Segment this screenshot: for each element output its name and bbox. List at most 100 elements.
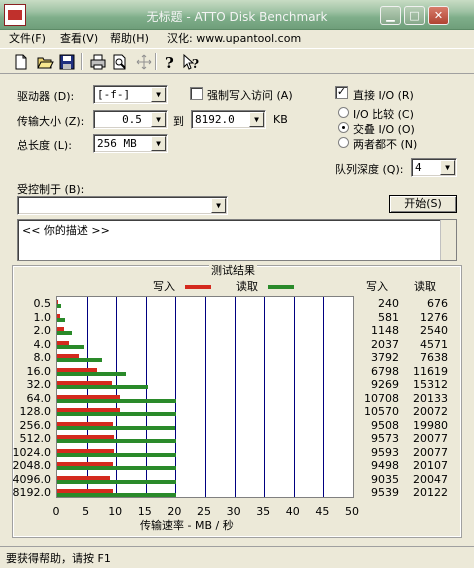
new-icon[interactable]: [11, 52, 31, 72]
direct-io-label: 直接 I/O (R): [353, 89, 414, 102]
x-axis-label: 传输速率 - MB / 秒: [140, 519, 234, 532]
chart-read-value: 2540: [420, 324, 448, 337]
chart-category-label: 2.0: [33, 324, 52, 337]
chart-category-label: 0.5: [33, 297, 52, 310]
chart-read-value: 19980: [413, 418, 448, 432]
chart-read-bar: [57, 398, 177, 403]
chart-x-tick-label: 0: [52, 505, 60, 518]
chart-plot-area: [56, 296, 354, 498]
description-text: << 你的描述 >>: [22, 224, 110, 237]
chart-read-value: 4571: [420, 337, 448, 351]
chart-x-tick-label: 45: [315, 505, 330, 518]
transfer-size-to-select[interactable]: 8192.0 ▼: [191, 110, 266, 129]
chevron-down-icon[interactable]: ▼: [151, 136, 166, 151]
chart-read-value: 20122: [413, 486, 448, 499]
chart-read-bar: [57, 331, 73, 335]
chart-write-value: 6798: [371, 364, 399, 378]
chart-x-tick-label: 5: [82, 505, 90, 518]
chart-category-label: 2048.0: [12, 459, 52, 472]
write-column-header: 写入: [366, 280, 388, 293]
chart-write-value: 2037: [371, 337, 399, 351]
menu-view[interactable]: 查看(V): [60, 30, 98, 48]
chart-read-bar: [57, 385, 148, 389]
chevron-down-icon[interactable]: ▼: [440, 160, 455, 175]
chart-write-value: 9593: [371, 445, 399, 459]
toolbar-separator: [81, 53, 83, 70]
force-write-checkbox[interactable]: [190, 87, 203, 100]
overlapped-io-radio[interactable]: [338, 122, 349, 133]
chart-write-value: 240: [378, 297, 399, 310]
write-legend-label: 写入: [153, 280, 175, 293]
chevron-down-icon[interactable]: ▼: [211, 198, 226, 213]
controlled-by-select[interactable]: ▼: [17, 196, 228, 215]
total-length-select[interactable]: 256 MB ▼: [93, 134, 168, 153]
chart-write-value: 9498: [371, 459, 399, 472]
chart-gridline: [234, 297, 236, 497]
chart-read-bar: [57, 425, 176, 430]
chart-read-bar: [57, 452, 176, 457]
queue-depth-select[interactable]: 4 ▼: [411, 158, 457, 177]
chart-category-label: 32.0: [26, 378, 52, 391]
queue-depth-label: 队列深度 (Q):: [335, 163, 404, 176]
help-icon[interactable]: ?: [159, 52, 179, 72]
chart-category-label: 1.0: [33, 310, 52, 324]
direct-io-checkbox[interactable]: ✓: [335, 86, 348, 99]
force-write-label: 强制写入访问 (A): [207, 89, 293, 102]
chevron-down-icon[interactable]: ▼: [151, 87, 166, 102]
title-bar[interactable]: 无标题 - ATTO Disk Benchmark ▁ □ ✕: [0, 0, 474, 30]
menu-help[interactable]: 帮助(H): [110, 30, 149, 48]
chart-x-tick-label: 30: [226, 505, 241, 518]
io-compare-label: I/O 比较 (C): [353, 108, 414, 121]
open-icon[interactable]: [35, 52, 55, 72]
chevron-down-icon[interactable]: ▼: [249, 112, 264, 127]
chart-read-value: 20133: [413, 391, 448, 405]
chart-read-bar: [57, 317, 65, 322]
description-scrollbar[interactable]: [440, 220, 456, 260]
chevron-down-icon[interactable]: ▼: [151, 112, 166, 127]
chart-category-label: 4.0: [33, 337, 52, 351]
chart-write-value: 9539: [371, 486, 399, 499]
chart-read-value: 20047: [413, 472, 448, 486]
io-compare-radio[interactable]: [338, 107, 349, 118]
read-column-header: 读取: [414, 280, 436, 293]
chart-x-tick-label: 10: [108, 505, 123, 518]
drive-select[interactable]: [-f-] ▼: [93, 85, 168, 104]
chart-read-bar: [57, 493, 177, 497]
queue-depth-value: 4: [415, 161, 422, 174]
print-preview-icon[interactable]: [110, 52, 130, 72]
chart-read-value: 676: [427, 297, 448, 310]
neither-radio[interactable]: [338, 137, 349, 148]
chart-category-label: 512.0: [19, 432, 52, 445]
chart-read-bar: [57, 412, 176, 416]
maximize-button[interactable]: □: [404, 6, 425, 25]
results-title: 测试结果: [209, 262, 257, 278]
toolbar: ? ?: [0, 48, 474, 74]
chart-read-value: 11619: [413, 364, 448, 378]
move-icon[interactable]: [134, 52, 154, 72]
close-button[interactable]: ✕: [428, 6, 449, 25]
drive-value: [-f-]: [97, 88, 131, 101]
start-button[interactable]: 开始(S): [389, 195, 457, 213]
chart-write-value: 3792: [371, 351, 399, 364]
context-help-icon[interactable]: ?: [181, 52, 201, 72]
total-length-value: 256 MB: [97, 137, 137, 150]
menu-bar: 文件(F) 查看(V) 帮助(H) 汉化: www.upantool.com: [0, 30, 474, 48]
chart-gridline: [323, 297, 325, 497]
chart-read-bar: [57, 466, 177, 470]
transfer-size-from-select[interactable]: 0.5 ▼: [93, 110, 168, 129]
chart-write-value: 10570: [364, 405, 399, 418]
chart-category-label: 128.0: [19, 405, 52, 418]
chart-read-bar: [57, 479, 176, 484]
description-textarea[interactable]: << 你的描述 >>: [17, 219, 457, 261]
menu-file[interactable]: 文件(F): [9, 30, 46, 48]
chart-read-value: 1276: [420, 310, 448, 324]
transfer-size-from-value: 0.5: [122, 113, 142, 126]
print-icon[interactable]: [88, 52, 108, 72]
to-label: 到: [173, 115, 184, 128]
menu-localization[interactable]: 汉化: www.upantool.com: [167, 30, 301, 48]
total-length-label: 总长度 (L):: [17, 139, 72, 152]
chart-x-tick-label: 35: [256, 505, 271, 518]
save-icon[interactable]: [57, 52, 77, 72]
chart-x-tick-label: 40: [285, 505, 300, 518]
minimize-button[interactable]: ▁: [380, 6, 401, 25]
